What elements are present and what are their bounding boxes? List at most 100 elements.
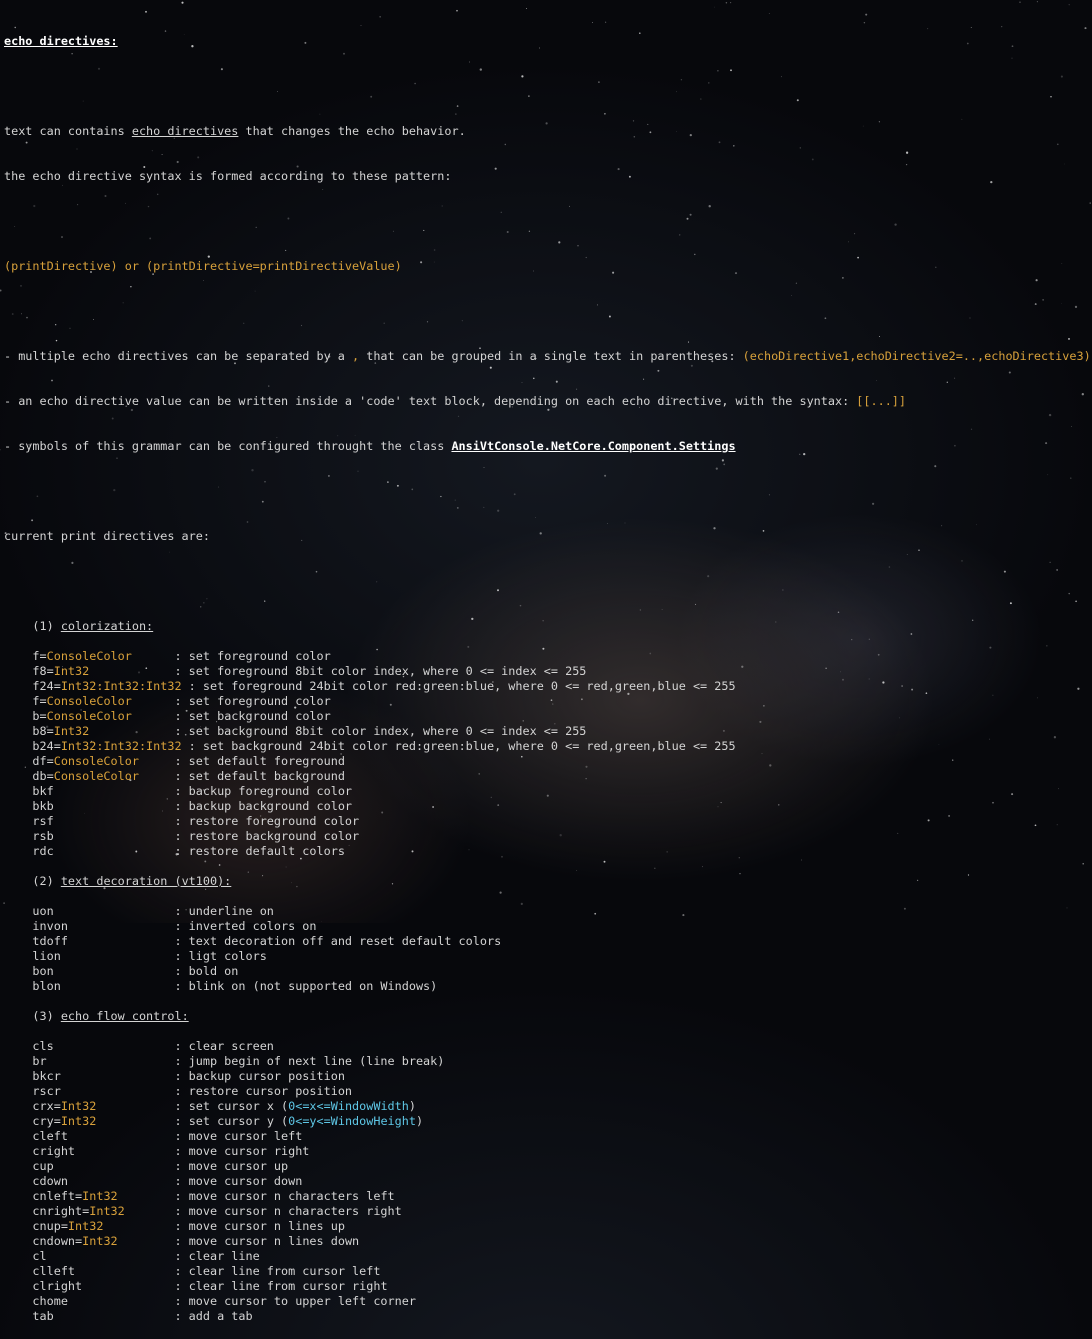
directive-row: tab : add a tab: [4, 1309, 253, 1323]
directive-param: Int32:Int32:Int32: [60, 739, 182, 753]
star: [1019, 1, 1021, 3]
directive-row: uon : underline on: [4, 904, 274, 918]
directive-row: clright : clear line from cursor right: [4, 1279, 388, 1293]
directive-row: lion : ligt colors: [4, 949, 267, 963]
directive-description: restore default colors: [188, 844, 345, 858]
directive-description: move cursor right: [188, 1144, 310, 1158]
directive-description: set cursor x (: [188, 1099, 289, 1113]
directive-row: db=ConsoleColor : set default background: [4, 769, 345, 783]
directive-name: bon: [4, 964, 54, 978]
directive-description: clear screen: [188, 1039, 274, 1053]
directive-description: ligt colors: [188, 949, 267, 963]
directive-description: set background color: [188, 709, 331, 723]
directive-name: tab: [4, 1309, 54, 1323]
directive-row: f=ConsoleColor : set foreground color: [4, 649, 331, 663]
current-directives-heading: current print directives are:: [4, 529, 210, 543]
section-number: (1): [4, 619, 61, 633]
directive-name: cright: [4, 1144, 76, 1158]
intro-line-1: text can contains echo directives that c…: [4, 124, 466, 138]
section-number: (3): [4, 1009, 61, 1023]
directive-description: set foreground 8bit color index, where 0…: [188, 664, 587, 678]
directive-row: cnright=Int32 : move cursor n characters…: [4, 1204, 402, 1218]
directive-description: backup foreground color: [188, 784, 353, 798]
directive-name: b24=: [4, 739, 61, 753]
directive-description: move cursor to upper left corner: [188, 1294, 416, 1308]
directive-row: invon : inverted colors on: [4, 919, 317, 933]
directive-param: Int32: [53, 724, 90, 738]
directive-row: b24=Int32:Int32:Int32 : set background 2…: [4, 739, 736, 753]
directive-range: 0<=x<=WindowWidth: [288, 1099, 409, 1113]
directive-name: cry=: [4, 1114, 61, 1128]
directive-row: bkf : backup foreground color: [4, 784, 353, 798]
directive-description: clear line: [188, 1249, 260, 1263]
directive-row: df=ConsoleColor : set default foreground: [4, 754, 345, 768]
directive-row: crx=Int32 : set cursor x (0<=x<=WindowWi…: [4, 1099, 416, 1113]
directive-param: ConsoleColor: [46, 649, 132, 663]
directive-name: cup: [4, 1159, 54, 1173]
section-title: colorization:: [60, 619, 154, 633]
directive-row: f=ConsoleColor : set foreground color: [4, 694, 331, 708]
directive-row: rdc : restore default colors: [4, 844, 345, 858]
directive-row: cup : move cursor up: [4, 1159, 289, 1173]
directive-description: set default background: [188, 769, 345, 783]
directive-description: set foreground color: [188, 694, 331, 708]
section-heading: (3) echo flow control:: [4, 1009, 1091, 1024]
directive-row: cnup=Int32 : move cursor n lines up: [4, 1219, 345, 1233]
directive-row: bon : bold on: [4, 964, 239, 978]
directive-name: bkf: [4, 784, 54, 798]
directive-row: blon : blink on (not supported on Window…: [4, 979, 438, 993]
directive-description: move cursor left: [188, 1129, 303, 1143]
directive-description: clear line from cursor left: [188, 1264, 381, 1278]
directive-row: chome : move cursor to upper left corner: [4, 1294, 416, 1308]
directive-param: ConsoleColor: [46, 694, 132, 708]
directive-row: cls : clear screen: [4, 1039, 274, 1053]
directive-row: bkcr : backup cursor position: [4, 1069, 345, 1083]
directive-description: text decoration off and reset default co…: [188, 934, 502, 948]
directive-param: Int32: [82, 1189, 118, 1203]
directive-row: clleft : clear line from cursor left: [4, 1264, 381, 1278]
directive-description: move cursor up: [188, 1159, 289, 1173]
directive-description: set default foreground: [188, 754, 345, 768]
directive-description: clear line from cursor right: [188, 1279, 388, 1293]
directive-description: move cursor n characters left: [188, 1189, 395, 1203]
directive-name: bkcr: [4, 1069, 61, 1083]
directive-param: ConsoleColor: [53, 754, 139, 768]
directive-row: cnleft=Int32 : move cursor n characters …: [4, 1189, 395, 1203]
intro-line-2: the echo directive syntax is formed acco…: [4, 169, 452, 183]
directive-description: set background 8bit color index, where 0…: [188, 724, 587, 738]
section-title: text decoration (vt100):: [60, 874, 232, 888]
directive-name: tdoff: [4, 934, 68, 948]
directive-name: uon: [4, 904, 54, 918]
directive-name: f=: [4, 694, 47, 708]
directive-name: br: [4, 1054, 47, 1068]
directive-row: cndown=Int32 : move cursor n lines down: [4, 1234, 360, 1248]
directive-param: Int32: [60, 1114, 97, 1128]
directive-name: cdown: [4, 1174, 68, 1188]
directive-name: cnup=: [4, 1219, 68, 1233]
directive-param: Int32: [60, 1099, 97, 1113]
directive-name: b8=: [4, 724, 54, 738]
directive-row: rsb : restore background color: [4, 829, 360, 843]
directive-row: rscr : restore cursor position: [4, 1084, 353, 1098]
section-number: (2): [4, 874, 61, 888]
directive-description: add a tab: [188, 1309, 253, 1323]
directive-description: restore foreground color: [188, 814, 360, 828]
directive-range: 0<=y<=WindowHeight: [288, 1114, 416, 1128]
grouping-example: (echoDirective1,echoDirective2=..,echoDi…: [742, 349, 1091, 363]
echo-directives-link: echo directives: [131, 124, 239, 138]
directive-sections: (1) colorization: f=ConsoleColor : set f…: [4, 619, 1091, 1324]
directive-description: restore cursor position: [188, 1084, 353, 1098]
directive-row: cry=Int32 : set cursor y (0<=y<=WindowHe…: [4, 1114, 424, 1128]
directive-name: rdc: [4, 844, 54, 858]
directive-row: cright : move cursor right: [4, 1144, 310, 1158]
directive-param: Int32: [53, 664, 90, 678]
directive-description: blink on (not supported on Windows): [188, 979, 438, 993]
directive-row: f8=Int32 : set foreground 8bit color ind…: [4, 664, 587, 678]
directive-description: move cursor n lines up: [188, 1219, 345, 1233]
directive-name: clleft: [4, 1264, 76, 1278]
directive-name: cls: [4, 1039, 54, 1053]
directive-name: f24=: [4, 679, 61, 693]
directive-description: set cursor y (: [188, 1114, 289, 1128]
directive-param: ConsoleColor: [53, 769, 139, 783]
directive-row: tdoff : text decoration off and reset de…: [4, 934, 502, 948]
